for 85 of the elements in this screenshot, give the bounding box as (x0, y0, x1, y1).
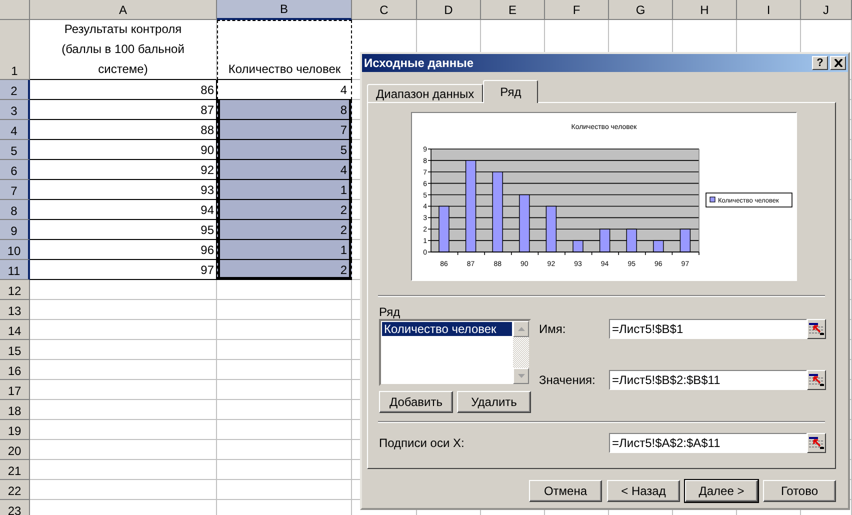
row-header[interactable]: 6 (0, 160, 30, 180)
row-header[interactable]: 18 (0, 400, 30, 420)
row-header[interactable]: 7 (0, 180, 30, 200)
row-header[interactable]: 19 (0, 420, 30, 440)
row-header[interactable]: 23 (0, 500, 30, 515)
spreadsheet-cell: 88 (30, 120, 217, 140)
field-label: Значения: (539, 373, 596, 387)
range-picker-button[interactable] (807, 370, 826, 390)
add-button[interactable]: Добавить (379, 391, 453, 413)
column-header[interactable]: H (673, 0, 737, 20)
row-header[interactable]: 17 (0, 380, 30, 400)
row-header[interactable]: 20 (0, 440, 30, 460)
spreadsheet-cell: 92 (30, 160, 217, 180)
input-field[interactable]: =Лист5!$B$1 (609, 319, 807, 339)
select-all-button[interactable] (0, 0, 30, 20)
spreadsheet-cell: 1 (217, 180, 352, 200)
series-listbox[interactable]: Количество человек (379, 319, 531, 386)
scrollbar[interactable] (513, 321, 529, 384)
spreadsheet-cell: 7 (217, 120, 352, 140)
row-header[interactable]: 9 (0, 220, 30, 240)
help-button[interactable]: ? (812, 56, 828, 70)
row-header[interactable]: 14 (0, 320, 30, 340)
input-field[interactable]: =Лист5!$A$2:$A$11 (609, 433, 807, 453)
row-header[interactable]: 21 (0, 460, 30, 480)
column-header[interactable]: F (545, 0, 609, 20)
column-header[interactable]: E (481, 0, 545, 20)
spreadsheet-cell: 86 (30, 80, 217, 100)
row-header[interactable]: 2 (0, 80, 30, 100)
spreadsheet-cell: 2 (217, 220, 352, 240)
series-label: Ряд (379, 305, 402, 319)
tab[interactable]: Ряд (483, 80, 538, 103)
range-select-icon (809, 374, 824, 386)
row-header[interactable]: 4 (0, 120, 30, 140)
scroll-up-icon (518, 327, 524, 331)
column-header[interactable]: D (417, 0, 481, 20)
range-select-icon (809, 437, 824, 449)
dialog-button[interactable]: Готово (763, 480, 836, 502)
close-icon (834, 59, 842, 67)
spreadsheet-cell: 1 (217, 240, 352, 260)
range-picker-button[interactable] (807, 433, 826, 453)
spreadsheet-cell: Результаты контроля (баллы в 100 бальной системе) (30, 20, 217, 80)
spreadsheet-cell: 95 (30, 220, 217, 240)
range-picker-button[interactable] (807, 319, 826, 339)
column-header[interactable]: C (352, 0, 417, 20)
dialog-button[interactable]: Далее > (685, 480, 758, 502)
spreadsheet-cell: 96 (30, 240, 217, 260)
row-header[interactable]: 5 (0, 140, 30, 160)
spreadsheet-cell: 87 (30, 100, 217, 120)
row-header[interactable]: 15 (0, 340, 30, 360)
field-label: Имя: (539, 322, 567, 336)
spreadsheet-cell: 4 (217, 160, 352, 180)
dialog-button[interactable]: Отмена (529, 480, 602, 502)
spreadsheet-cell: 93 (30, 180, 217, 200)
spreadsheet-cell: Количество человек (217, 20, 352, 80)
dialog-button[interactable]: < Назад (607, 480, 680, 502)
spreadsheet-cell: 2 (217, 260, 352, 280)
spreadsheet-cell: 2 (217, 200, 352, 220)
tab[interactable]: Диапазон данных (367, 84, 484, 102)
spreadsheet-cell: 90 (30, 140, 217, 160)
column-header[interactable]: G (609, 0, 673, 20)
scroll-down-icon (518, 374, 524, 378)
column-header[interactable]: A (30, 0, 217, 20)
spreadsheet-cell: 97 (30, 260, 217, 280)
spreadsheet-cell: 5 (217, 140, 352, 160)
row-header[interactable]: 11 (0, 260, 30, 280)
row-header[interactable]: 10 (0, 240, 30, 260)
window-title: Исходные данные (364, 56, 475, 70)
row-header[interactable]: 13 (0, 300, 30, 320)
spreadsheet-cell: 94 (30, 200, 217, 220)
row-header[interactable]: 1 (0, 20, 30, 80)
column-header[interactable]: B (217, 0, 352, 20)
input-field[interactable]: =Лист5!$B$2:$B$11 (609, 370, 807, 390)
spreadsheet-cell: 8 (217, 100, 352, 120)
row-header[interactable]: 8 (0, 200, 30, 220)
field-label: Подписи оси X: (379, 436, 466, 450)
close-button[interactable] (830, 56, 846, 70)
range-select-icon (809, 323, 824, 335)
row-header[interactable]: 16 (0, 360, 30, 380)
list-item[interactable]: Количество человек (382, 322, 512, 336)
remove-button[interactable]: Удалить (457, 391, 531, 413)
row-header[interactable]: 3 (0, 100, 30, 120)
row-header[interactable]: 22 (0, 480, 30, 500)
column-header[interactable]: J (801, 0, 852, 20)
column-header[interactable]: I (737, 0, 801, 20)
row-header[interactable]: 12 (0, 280, 30, 300)
